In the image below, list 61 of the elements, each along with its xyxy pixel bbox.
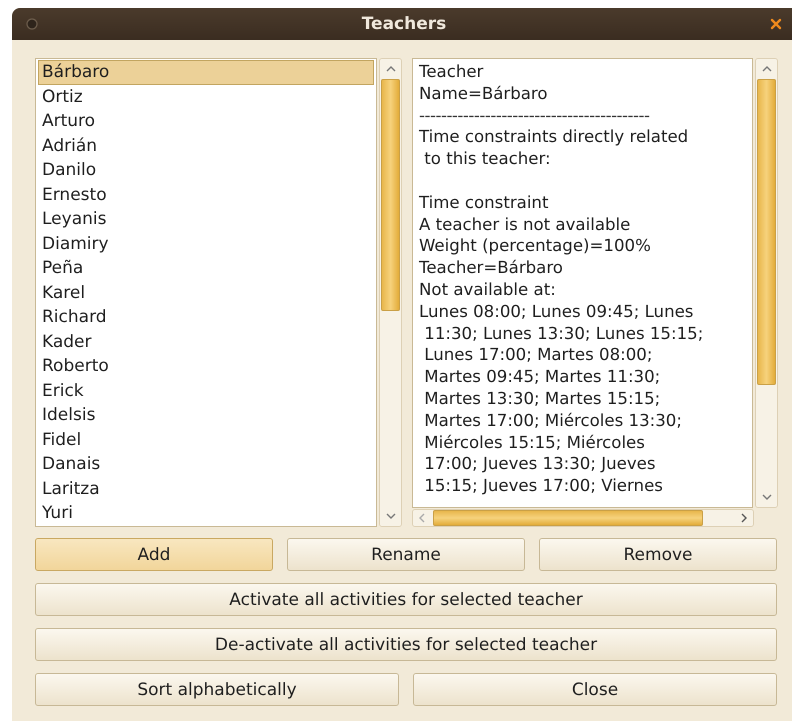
scroll-up-icon[interactable] xyxy=(762,66,772,72)
button[interactable]: Add xyxy=(35,538,273,571)
details-text-area[interactable] xyxy=(412,58,753,508)
teacher-list-item[interactable]: Yuri xyxy=(38,501,374,526)
scroll-left-icon[interactable] xyxy=(419,513,425,523)
text-line: 11:30; Lunes 13:30; Lunes 15:15; xyxy=(423,322,704,344)
window-menu-icon[interactable] xyxy=(26,18,38,30)
text-line: Not available at: xyxy=(419,278,557,301)
teacher-list-item[interactable]: Idelsis xyxy=(38,403,374,428)
scroll-down-icon[interactable] xyxy=(762,494,772,500)
teacher-list-item[interactable]: Kader xyxy=(38,330,374,354)
teacher-list-item[interactable]: Ortiz xyxy=(38,84,374,109)
scroll-down-icon[interactable] xyxy=(386,513,396,519)
text-line: Teacher=Bárbaro xyxy=(419,257,564,279)
teacher-list-item[interactable]: Peña xyxy=(38,256,374,280)
teacher-list-item[interactable]: Fidel xyxy=(38,428,374,452)
teacher-list-item[interactable]: Laritza xyxy=(38,476,374,501)
scrollbar-thumb[interactable] xyxy=(381,79,400,311)
text-line: Martes 17:00; Miércoles 13:30; xyxy=(423,410,683,432)
scrollbar[interactable] xyxy=(755,58,778,508)
text-line: Martes 09:45; Martes 11:30; xyxy=(423,366,662,388)
teacher-list-item[interactable]: Richard xyxy=(38,305,374,330)
button[interactable]: Close xyxy=(413,673,777,706)
text-line: Miércoles 15:15; Miércoles xyxy=(423,432,646,454)
teacher-list-item[interactable]: Roberto xyxy=(38,354,374,378)
text-line: Lunes 08:00; Lunes 09:45; Lunes xyxy=(419,300,694,323)
text-line: 17:00; Jueves 13:30; Jueves xyxy=(423,453,657,476)
teacher-list-item[interactable]: Karel xyxy=(38,280,374,305)
text-line: Weight (percentage)=100% xyxy=(419,235,652,258)
button[interactable]: Rename xyxy=(287,538,525,571)
text-line: Time constraints directly related xyxy=(419,126,690,148)
text-line: 15:15; Jueves 17:00; Viernes xyxy=(423,475,664,497)
teacher-list-item[interactable]: Leyanis xyxy=(38,207,374,232)
close-icon[interactable] xyxy=(770,18,782,30)
scroll-up-icon[interactable] xyxy=(386,66,396,72)
teacher-list-item[interactable]: Arturo xyxy=(38,109,374,134)
text-line: to this teacher: xyxy=(423,148,552,170)
window-title: Teachers xyxy=(360,14,448,34)
text-line: Lunes 17:00; Martes 08:00; xyxy=(423,344,654,366)
button[interactable]: Activate all activities for selected teacher xyxy=(35,583,777,616)
text-line: Martes 13:30; Martes 15:15; xyxy=(423,388,662,410)
teacher-list-item[interactable]: Danilo xyxy=(38,158,374,182)
separator-line: ------------------------------------------ xyxy=(419,104,650,126)
teacher-list-item[interactable]: Ernesto xyxy=(38,182,374,207)
teacher-list-item[interactable]: Adrián xyxy=(38,134,374,158)
text-line: Time constraint xyxy=(419,192,550,214)
scrollbar-thumb[interactable] xyxy=(757,79,776,385)
scrollbar-thumb[interactable] xyxy=(433,510,703,526)
text-line: A teacher is not available xyxy=(419,214,632,236)
scroll-right-icon[interactable] xyxy=(741,513,747,523)
text-line: Teacher xyxy=(419,61,484,83)
text-line: Name=Bárbaro xyxy=(419,82,549,105)
teacher-list-item[interactable]: Danais xyxy=(38,452,374,476)
scrollbar[interactable] xyxy=(379,58,402,527)
teacher-list-item[interactable]: Erick xyxy=(38,378,374,403)
teacher-list-item[interactable]: Diamiry xyxy=(38,232,374,256)
scrollbar[interactable] xyxy=(412,509,754,527)
teacher-list-item[interactable]: Bárbaro xyxy=(38,60,374,84)
button[interactable]: De-activate all activities for selected teacher xyxy=(35,628,777,661)
button[interactable]: Remove xyxy=(539,538,777,571)
button[interactable]: Sort alphabetically xyxy=(35,673,399,706)
